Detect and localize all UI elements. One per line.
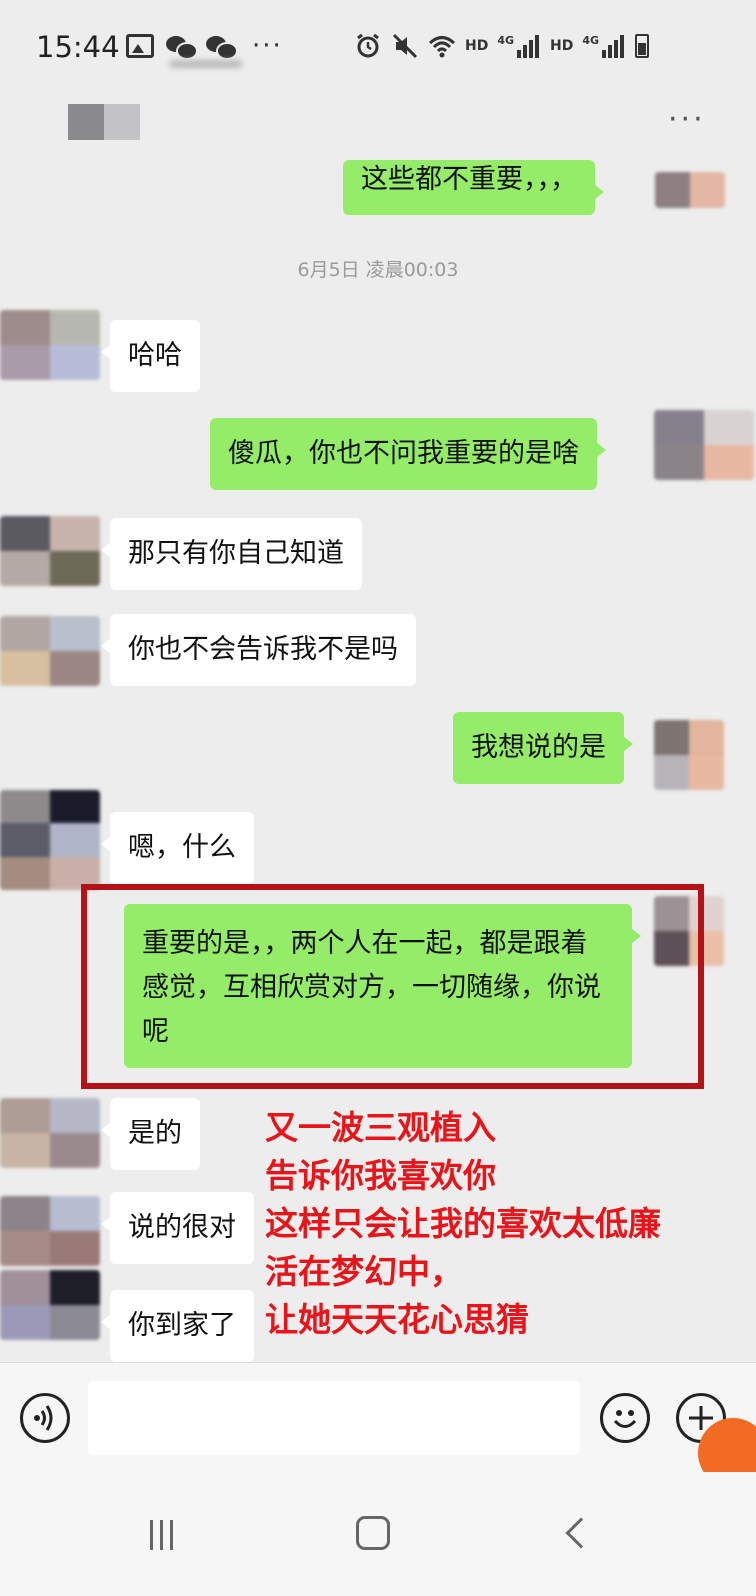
signal-icon <box>517 35 540 58</box>
notification-icons: ··· <box>126 31 283 61</box>
annotation-line: 告诉你我喜欢你 <box>265 1156 496 1195</box>
voice-icon <box>34 1405 53 1431</box>
emoji-button[interactable] <box>600 1393 650 1443</box>
image-icon <box>126 34 154 58</box>
wifi-icon <box>428 36 456 58</box>
message-bubble-sent[interactable]: 我想说的是 <box>453 712 633 784</box>
avatar[interactable] <box>0 616 100 686</box>
avatar[interactable] <box>654 410 754 480</box>
avatar[interactable] <box>0 1196 100 1266</box>
highlight-box <box>81 884 704 1089</box>
annotation-text: 又一波三观植入 告诉你我喜欢你 这样只会让我的喜欢太低廉 活在梦幻中， 让她天天… <box>265 1104 661 1344</box>
contact-name-blurred <box>68 104 140 140</box>
mute-icon <box>392 33 418 59</box>
message-bubble-received[interactable]: 说的很对 <box>101 1192 254 1264</box>
emoji-icon <box>613 1410 637 1428</box>
message-bubble-received[interactable]: 是的 <box>101 1098 200 1170</box>
more-options-button[interactable]: ··· <box>668 102 706 137</box>
avatar[interactable] <box>0 310 100 380</box>
avatar[interactable] <box>0 516 100 586</box>
message-input[interactable] <box>88 1381 580 1455</box>
message-bubble-sent[interactable]: 傻瓜，你也不问我重要的是啥 <box>210 418 606 490</box>
message-bubble-received[interactable]: 嗯，什么 <box>101 812 254 884</box>
status-bar: 15:44 ··· HD 4G HD 4G <box>0 0 756 96</box>
annotation-line: 让她天天花心思猜 <box>265 1300 529 1339</box>
avatar[interactable] <box>0 1270 100 1340</box>
hd-label-1: HD <box>465 38 489 54</box>
voice-input-button[interactable] <box>20 1393 70 1443</box>
system-nav-bar <box>0 1472 756 1596</box>
hd-label-2: HD <box>550 38 574 54</box>
system-icons: HD 4G HD 4G <box>354 32 650 60</box>
wechat-icon <box>206 34 238 60</box>
avatar[interactable] <box>655 172 725 208</box>
network-label-1: 4G <box>497 33 515 47</box>
alarm-icon <box>357 33 379 58</box>
avatar[interactable] <box>0 790 100 890</box>
recents-button[interactable] <box>150 1520 180 1550</box>
network-label-2: 4G <box>582 33 600 47</box>
annotation-line: 活在梦幻中， <box>265 1252 463 1291</box>
status-time: 15:44 <box>36 30 120 64</box>
battery-icon <box>635 34 650 58</box>
home-button[interactable] <box>356 1516 390 1550</box>
signal-icon <box>602 35 625 58</box>
annotation-line: 又一波三观植入 <box>265 1108 496 1147</box>
more-notifications-icon: ··· <box>252 31 283 61</box>
input-bar <box>0 1362 756 1472</box>
message-bubble-received[interactable]: 你也不会告诉我不是吗 <box>101 614 416 686</box>
annotation-line: 这样只会让我的喜欢太低廉 <box>265 1204 661 1243</box>
avatar[interactable] <box>654 720 724 790</box>
avatar[interactable] <box>0 1098 100 1168</box>
message-timestamp: 6月5日 凌晨00:03 <box>297 259 459 281</box>
blurred-region <box>170 60 242 68</box>
message-bubble-received[interactable]: 那只有你自己知道 <box>101 518 362 590</box>
back-button[interactable] <box>565 1517 597 1549</box>
message-bubble-received[interactable]: 你到家了 <box>101 1290 254 1362</box>
chat-header: ··· <box>0 96 756 170</box>
message-bubble-sent[interactable]: 这些都不重要，，， <box>343 160 604 215</box>
wechat-icon <box>166 34 198 60</box>
message-bubble-received[interactable]: 哈哈 <box>101 320 200 392</box>
